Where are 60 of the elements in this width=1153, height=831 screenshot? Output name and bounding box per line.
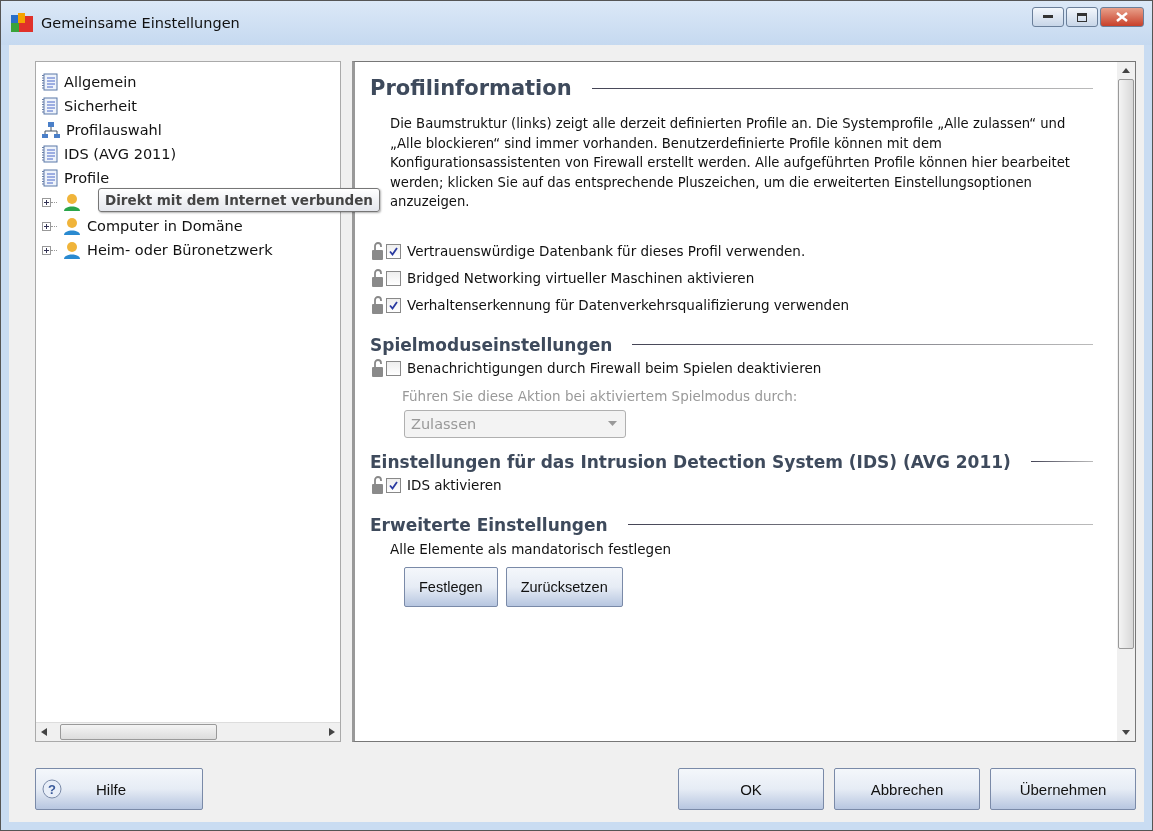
checkbox[interactable] <box>386 360 401 376</box>
left-arrow-icon[interactable] <box>41 728 47 736</box>
window-title: Gemeinsame Einstellungen <box>41 15 240 31</box>
checkbox[interactable] <box>386 477 401 493</box>
tree-item[interactable]: IDS (AVG 2011) <box>64 146 177 162</box>
tree-item[interactable]: Heim- oder Büronetzwerk <box>87 242 273 258</box>
minimize-button[interactable] <box>1032 7 1064 27</box>
tree-item[interactable]: Sicherheit <box>64 98 137 114</box>
section-heading: Erweiterte Einstellungen <box>370 514 608 535</box>
vertical-scrollbar[interactable] <box>1117 62 1135 741</box>
section-heading: Spielmoduseinstellungen <box>370 334 613 355</box>
tree-item[interactable]: Allgemein <box>64 74 137 90</box>
close-icon <box>1116 12 1128 22</box>
document-icon <box>42 145 58 163</box>
padlock-icon[interactable] <box>372 269 383 287</box>
checkbox-label: Bridged Networking virtueller Maschinen aktivieren <box>407 270 755 286</box>
maximize-icon <box>1077 12 1087 22</box>
dialog-button[interactable]: Übernehmen <box>990 768 1136 810</box>
down-arrow-icon[interactable] <box>1122 730 1130 735</box>
checkbox-label: IDS aktivieren <box>407 477 502 493</box>
checkbox[interactable] <box>386 297 401 313</box>
tree-item[interactable]: Computer in Domäne <box>87 218 243 234</box>
app-logo-icon <box>11 13 33 33</box>
user-icon <box>63 241 81 259</box>
action-button[interactable]: Zurücksetzen <box>505 566 623 607</box>
checkbox[interactable] <box>386 243 401 259</box>
checkbox[interactable] <box>386 270 401 286</box>
document-icon <box>42 97 58 115</box>
document-icon <box>42 73 58 91</box>
expand-icon[interactable] <box>42 197 51 207</box>
setting-label: Alle Elemente als mandatorisch festlegen <box>390 540 673 557</box>
checkbox-label: Verhaltenserkennung für Datenverkehrsqualifizierung verwenden <box>407 297 849 313</box>
section-heading: Profilinformation <box>370 76 572 100</box>
right-arrow-icon[interactable] <box>329 728 335 736</box>
minimize-icon <box>1043 15 1053 19</box>
action-button[interactable]: Festlegen <box>404 566 498 607</box>
up-arrow-icon[interactable] <box>1122 68 1130 73</box>
user-icon <box>63 217 81 235</box>
dialog-button[interactable]: OK <box>678 768 824 810</box>
dialog-button[interactable]: Abbrechen <box>834 768 980 810</box>
checkbox-label: Benachrichtigungen durch Firewall beim Spielen deaktivieren <box>407 360 822 376</box>
description-text: Die Baumstruktur (links) zeigt alle derzeit definierten Profile an. Die Systemprofile „Alle zulassen“ und „Alle blockieren“ sind immer vorhanden. Benutzerdefinierte Profile können mit dem Konfigurationsassistenten von Firewall erstellt werden. Alle aufgeführten Profile können hier bearbeitet werden; klicken Sie auf das entsprechende Pluszeichen, um die erweiterten Einstellungsoptionen anzuzeigen. <box>390 115 1071 211</box>
user-icon <box>63 193 81 211</box>
tree-item[interactable]: Profile <box>64 170 110 186</box>
checkbox-label: Vertrauenswürdige Datenbank für dieses Profil verwenden. <box>407 243 806 259</box>
section-heading: Einstellungen für das Intrusion Detection System (IDS) (AVG 2011) <box>370 451 1011 472</box>
help-icon: ? <box>42 779 62 799</box>
caret-icon <box>608 421 617 426</box>
setting-label: Führen Sie diese Aktion bei aktiviertem Spielmodus durch: <box>402 387 799 404</box>
network-icon <box>42 121 60 139</box>
document-icon <box>42 169 58 187</box>
tree-item[interactable]: Profilauswahl <box>66 122 162 138</box>
expand-icon[interactable] <box>42 221 51 231</box>
tooltip: Direkt mit dem Internet verbunden <box>98 188 380 212</box>
padlock-icon[interactable] <box>372 359 383 377</box>
close-button[interactable] <box>1100 7 1144 27</box>
expand-icon[interactable] <box>42 245 51 255</box>
maximize-button[interactable] <box>1066 7 1098 27</box>
horizontal-scrollbar[interactable] <box>36 722 340 741</box>
help-button[interactable]: ? Hilfe <box>35 768 203 810</box>
